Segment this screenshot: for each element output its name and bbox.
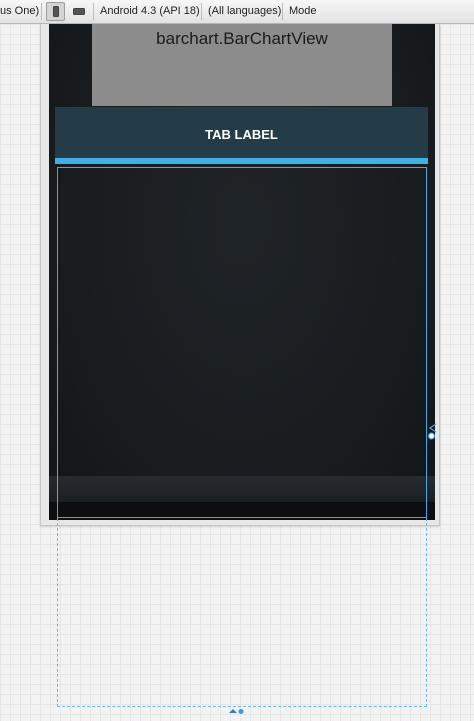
toolbar-separator [282,3,283,20]
tab-widget[interactable]: TAB LABEL [55,107,428,158]
resize-handle-icon[interactable] [228,707,246,716]
portrait-orientation-icon [53,6,59,17]
portrait-orientation-button[interactable] [46,2,65,21]
tab-selected-indicator [55,158,428,164]
language-selector[interactable]: (All languages) [208,0,281,23]
tab-label: TAB LABEL [205,127,278,142]
resize-handle-icon[interactable] [427,423,437,441]
api-level-selector[interactable]: Android 4.3 (API 18) [100,0,200,23]
selected-view-bounds[interactable] [57,167,427,518]
bar-chart-view-placeholder[interactable]: barchart.BarChartView [92,24,392,106]
mode-selector[interactable]: Mode [289,0,317,23]
selected-view-overflow-bounds [57,518,427,707]
layout-editor-toolbar: us One) Android 4.3 (API 18) (All langua… [0,0,474,24]
toolbar-separator [201,3,202,20]
toolbar-separator [93,3,94,20]
landscape-orientation-button[interactable] [70,2,89,21]
chart-view-class-label: barchart.BarChartView [156,29,328,48]
landscape-orientation-icon [73,8,85,15]
device-selector[interactable]: us One) [0,0,39,23]
toolbar-separator [41,3,42,20]
